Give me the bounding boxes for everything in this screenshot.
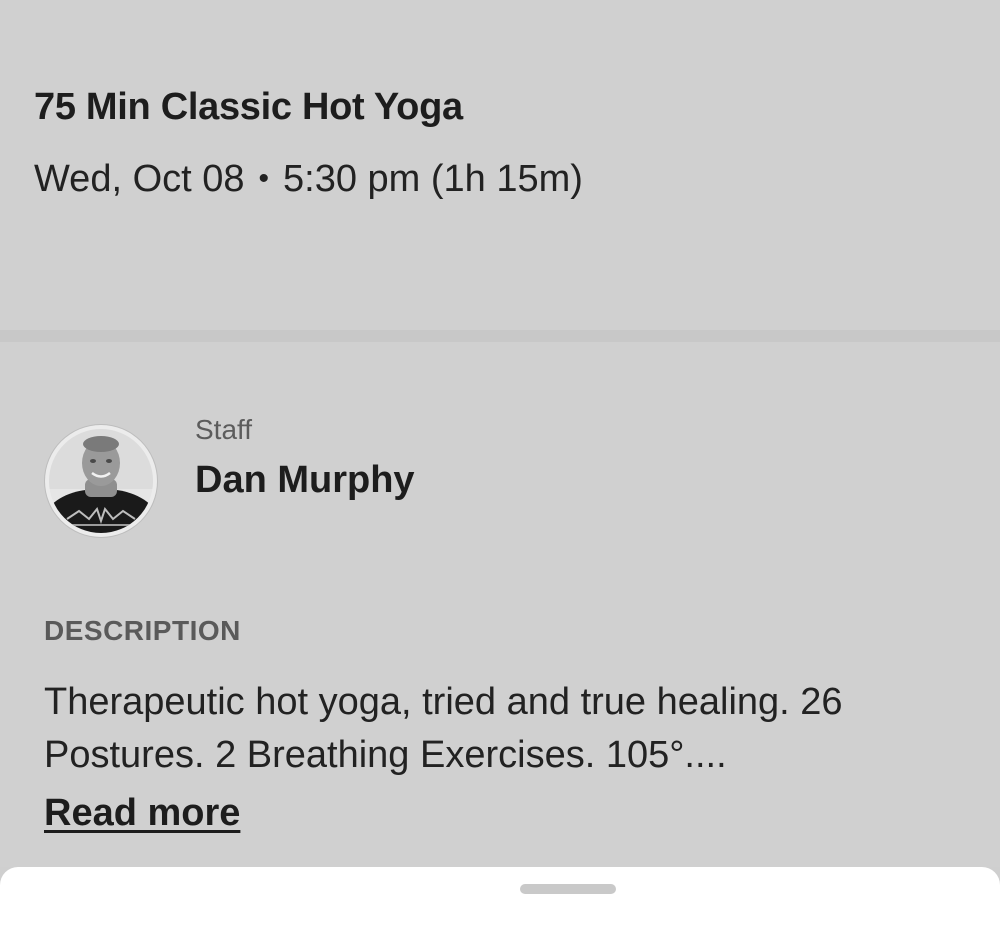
staff-name[interactable]: Dan Murphy [195,459,415,502]
class-time: 5:30 pm (1h 15m) [283,158,583,200]
class-header: 75 Min Classic Hot Yoga Wed, Oct 08 • 5:30… [0,0,1000,330]
avatar[interactable] [45,425,157,537]
class-date: Wed, Oct 08 [34,158,245,200]
description-label: DESCRIPTION [44,615,241,646]
read-more-link[interactable]: Read more [44,792,240,835]
section-divider [0,330,1000,342]
instructor-photo-icon [49,429,153,533]
description-text: Therapeutic hot yoga, tried and true hea… [44,681,843,776]
class-title: 75 Min Classic Hot Yoga [34,86,463,128]
separator-dot: • [258,162,270,195]
staff-label: Staff [195,414,253,445]
staff-section: Staff Dan Murphy DESCRIPTION Therapeutic… [0,342,1000,867]
class-datetime: Wed, Oct 08 • 5:30 pm (1h 15m) [34,158,583,201]
bottom-sheet[interactable] [0,867,1000,927]
